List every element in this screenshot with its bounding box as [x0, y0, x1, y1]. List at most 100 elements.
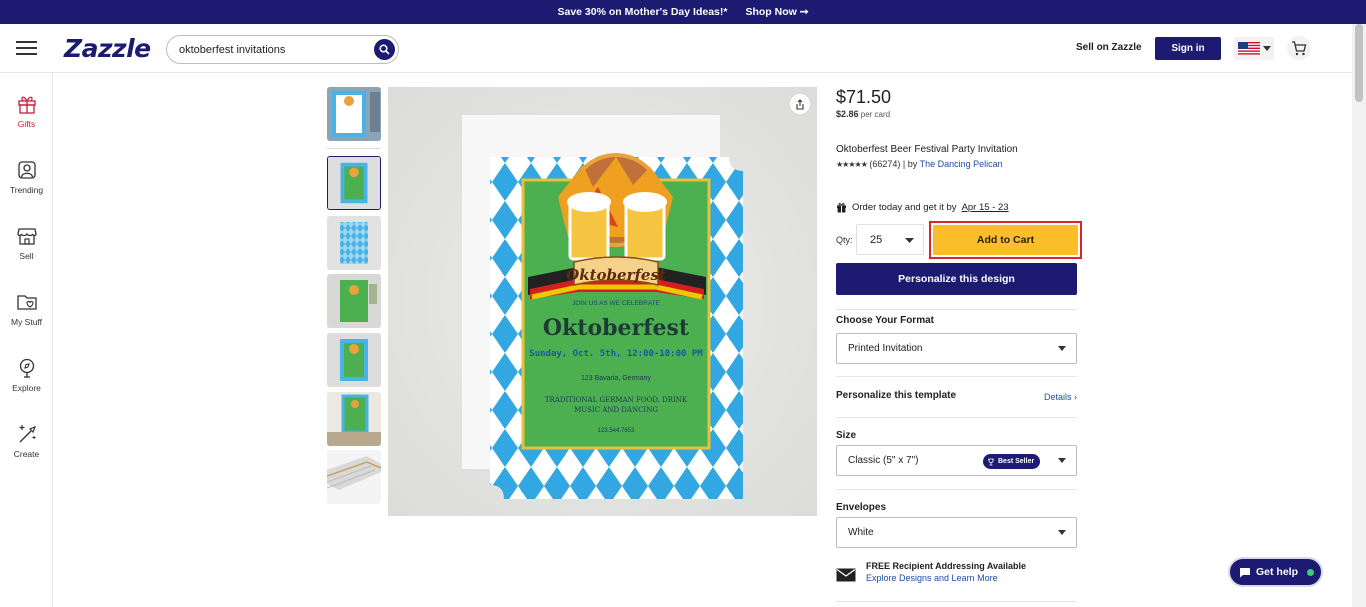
product-price: $71.50 — [836, 87, 892, 107]
chat-icon — [1240, 567, 1250, 577]
menu-icon[interactable] — [16, 41, 37, 55]
best-seller-label: Best Seller — [998, 458, 1035, 465]
invitation-preview: Oktoberfest JOIN US AS WE CELEBRATE Okto… — [388, 87, 817, 516]
nav-my-stuff-label: My Stuff — [10, 317, 43, 327]
delivery-estimate: Order today and get it by Apr 15 - 23 — [836, 202, 1009, 213]
envelopes-select[interactable]: White — [836, 517, 1077, 548]
nav-sell-label: Sell — [19, 251, 34, 261]
thumbnail-image — [327, 216, 381, 270]
thumbnail-image — [327, 87, 381, 141]
chevron-down-icon — [1058, 346, 1066, 351]
explore-designs-link[interactable]: Explore Designs and Learn More — [866, 573, 1026, 583]
nav-gifts[interactable]: Gifts — [0, 93, 53, 129]
get-help-label: Get help — [1256, 566, 1299, 578]
nav-trending[interactable]: Trending — [0, 159, 53, 195]
gift-icon — [837, 203, 846, 213]
invite-address-text: 123 Bavaria, Germany — [581, 375, 652, 382]
format-value: Printed Invitation — [848, 343, 923, 354]
left-navigation: Gifts Trending Sell My Stuff Explore Cre… — [0, 73, 53, 607]
delivery-date-link[interactable]: Apr 15 - 23 — [962, 202, 1009, 213]
invite-food-line-1: TRADITIONAL GERMAN FOOD, DRINK — [545, 396, 688, 404]
per-card-price: $2.86 per card — [836, 109, 1077, 119]
invite-banner-text: Oktoberfest — [566, 266, 666, 284]
store-icon — [16, 228, 37, 245]
nav-create[interactable]: Create — [0, 423, 53, 459]
free-addressing-title: FREE Recipient Addressing Available — [866, 561, 1027, 571]
add-to-cart-button[interactable]: Add to Cart — [929, 221, 1082, 259]
cart-button[interactable] — [1287, 36, 1311, 60]
product-panel: $71.50 $2.86 per card Oktoberfest Beer F… — [836, 87, 1082, 602]
thumbnail-7[interactable] — [327, 450, 381, 504]
chevron-down-icon — [1262, 46, 1271, 51]
format-label: Choose Your Format — [836, 315, 934, 326]
share-icon — [796, 98, 804, 110]
trophy-icon — [988, 458, 994, 465]
thumbnail-image — [327, 392, 381, 446]
size-select[interactable]: Classic (5" x 7") Best Seller — [836, 445, 1077, 476]
nav-gifts-label: Gifts — [17, 119, 36, 129]
online-status-dot — [1307, 568, 1315, 576]
share-button[interactable] — [789, 93, 811, 115]
nav-explore[interactable]: Explore — [0, 357, 53, 393]
best-seller-badge: Best Seller — [983, 454, 1041, 469]
promo-shop-now-link[interactable]: Shop Now ➞ — [745, 6, 808, 18]
quantity-select[interactable]: 25 — [856, 224, 924, 255]
per-card-label: per card — [860, 110, 891, 119]
envelope-icon — [836, 568, 856, 582]
details-link[interactable]: Details › — [1044, 392, 1077, 402]
thumbnail-image — [327, 333, 381, 387]
product-title: Oktoberfest Beer Festival Party Invitati… — [836, 144, 1018, 155]
nav-trending-label: Trending — [9, 185, 44, 195]
gift-icon — [17, 96, 36, 114]
nav-create-label: Create — [13, 449, 40, 459]
cart-icon — [1292, 40, 1307, 55]
qty-label: Qty: — [836, 235, 853, 245]
us-flag-icon — [1237, 42, 1260, 55]
thumbnail-image — [328, 157, 380, 209]
thumbnail-6[interactable] — [327, 392, 381, 446]
thumbnail-4[interactable] — [327, 274, 381, 328]
chevron-down-icon — [1058, 458, 1066, 463]
chevron-down-icon — [1058, 530, 1066, 535]
search-input[interactable] — [179, 43, 364, 56]
invite-food-line-2: MUSIC AND DANCING — [574, 406, 658, 414]
promo-banner[interactable]: Save 30% on Mother's Day Ideas!* Shop No… — [0, 0, 1366, 24]
nav-sell[interactable]: Sell — [0, 225, 53, 261]
template-label: Personalize this template — [836, 390, 957, 401]
invite-date-text: Sunday, Oct. 5th, 12:00-10:00 PM — [529, 349, 703, 359]
get-help-button[interactable]: Get help — [1228, 557, 1323, 587]
per-card-amount: $2.86 — [836, 109, 859, 119]
size-value: Classic (5" x 7") — [848, 455, 919, 466]
sign-in-button[interactable]: Sign in — [1155, 37, 1221, 60]
page-scrollbar[interactable] — [1352, 24, 1366, 607]
search-button[interactable] — [374, 39, 395, 60]
thumbnail-3[interactable] — [327, 216, 381, 270]
search-bar — [166, 35, 399, 64]
seller-link[interactable]: The Dancing Pelican — [920, 159, 1003, 169]
thumbnail-1[interactable] — [327, 87, 381, 141]
quantity-value: 25 — [870, 233, 883, 246]
main-product-image[interactable]: Oktoberfest JOIN US AS WE CELEBRATE Okto… — [388, 87, 817, 516]
folder-icon — [16, 295, 37, 310]
country-selector[interactable] — [1234, 37, 1274, 60]
personalize-design-button[interactable]: Personalize this design — [836, 263, 1077, 295]
promo-text[interactable]: Save 30% on Mother's Day Ideas!* — [557, 6, 727, 18]
scrollbar-thumb[interactable] — [1355, 24, 1363, 102]
sell-on-zazzle-link[interactable]: Sell on Zazzle — [1076, 42, 1142, 53]
site-header: Zazzle Sell on Zazzle Sign in — [0, 24, 1352, 73]
invite-phone-text: 123.544.7653 — [598, 428, 635, 434]
order-text: Order today and get it by — [852, 202, 957, 213]
invite-title-text: Oktoberfest — [543, 315, 690, 341]
thumbnail-5[interactable] — [327, 333, 381, 387]
nav-my-stuff[interactable]: My Stuff — [0, 291, 53, 327]
size-label: Size — [836, 430, 857, 441]
chevron-down-icon — [905, 238, 914, 243]
thumbnail-2[interactable] — [327, 156, 381, 210]
envelopes-value: White — [848, 527, 874, 538]
add-to-cart-label: Add to Cart — [933, 225, 1078, 255]
format-select[interactable]: Printed Invitation — [836, 333, 1077, 364]
zazzle-logo[interactable]: Zazzle — [64, 34, 151, 63]
rating-stars[interactable]: ★★★★★ — [836, 160, 868, 169]
nav-explore-label: Explore — [12, 383, 41, 393]
review-count: (66274) | by — [869, 159, 918, 169]
